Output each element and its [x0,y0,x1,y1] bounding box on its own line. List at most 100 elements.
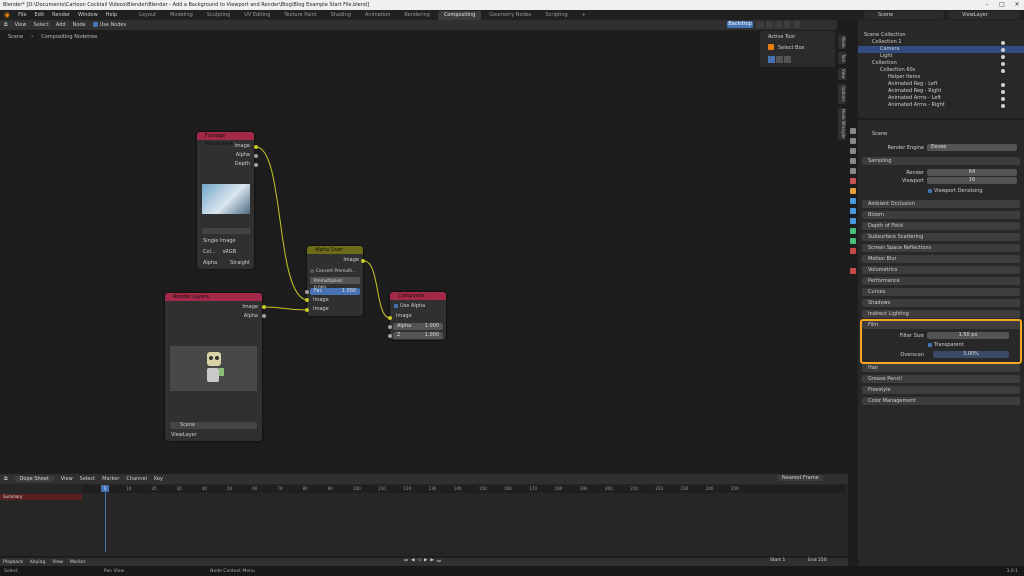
mode-extend-icon[interactable] [776,56,783,63]
render-layers-node[interactable]: Render Layers Image Alpha Scene ViewLaye… [165,293,262,441]
dope-sheet-editor-icon[interactable]: ⧉ [4,476,8,482]
mode-subtract-icon[interactable] [784,56,791,63]
composite-header[interactable]: Composite [390,292,446,300]
viewport-samples-field[interactable]: 16 [927,177,1017,184]
movie-node-header[interactable]: Footage Movie.mp4 [197,132,254,147]
summary-channel[interactable]: Summary [0,494,82,500]
outliner-animated-reg-left[interactable]: Animated Reg - Left [858,81,1024,88]
data-tab-icon[interactable] [850,238,856,244]
marker-menu[interactable]: Marker [70,560,86,565]
composite-node[interactable]: Composite Use Alpha Image Alpha 1.000 Z … [390,292,446,340]
render-samples-field[interactable]: 64 [927,169,1017,176]
playback-menu[interactable]: Playback [3,560,23,565]
render-engine-select[interactable]: Eevee [927,144,1017,151]
current-frame-indicator[interactable]: 1 [101,485,109,492]
sampling-section[interactable]: Sampling [862,157,1020,165]
tab-node-wrangler[interactable]: Node Wrangler [838,108,846,140]
timeline-menu-marker[interactable]: Marker [102,476,119,482]
play-reverse-icon[interactable]: ◁ [418,558,421,564]
object-tab-icon[interactable] [850,188,856,194]
outliner-collection-60s[interactable]: Collection 60s [858,67,1024,74]
timeline-menu-view[interactable]: View [61,476,73,482]
end-frame-field[interactable]: End 250 [808,558,827,563]
jump-start-icon[interactable]: ⏮ [404,558,408,564]
tab-tool[interactable]: Tool [838,52,846,64]
render-image-socket[interactable] [262,305,266,309]
composite-alpha-field[interactable]: Alpha 1.000 [393,323,443,330]
movie-colorspace-value[interactable]: sRGB [223,249,236,256]
view-menu[interactable]: View [52,560,63,565]
particles-tab-icon[interactable] [850,208,856,214]
output-tab-icon[interactable] [850,148,856,154]
render-scene-field[interactable]: Scene [170,422,257,429]
composite-z-field[interactable]: Z 1.000 [393,332,443,339]
use-alpha-checkbox[interactable]: Use Alpha [394,303,425,310]
timeline-menu-key[interactable]: Key [154,476,163,482]
world-tab-icon[interactable] [850,178,856,184]
alpha-over-header[interactable]: Alpha Over [307,246,363,254]
physics-tab-icon[interactable] [850,218,856,224]
movie-depth-socket[interactable] [254,163,258,167]
section-color-management[interactable]: Color Management [862,397,1020,405]
visibility-eye-icon[interactable] [1001,62,1005,66]
texture-tab-icon[interactable] [850,268,856,274]
dope-sheet-area[interactable] [0,484,848,556]
visibility-eye-icon[interactable] [1001,41,1005,45]
section-performance[interactable]: Performance [862,277,1020,285]
outliner-animated-arms-left[interactable]: Animated Arms - Left [858,95,1024,102]
tab-view[interactable]: View [838,68,846,80]
section-shadows[interactable]: Shadows [862,299,1020,307]
render-layers-header[interactable]: Render Layers [165,293,262,301]
snap-mode-select[interactable]: Nearest Frame [778,475,823,481]
outliner-animated-arms-right[interactable]: Animated Arms - Right [858,102,1024,109]
modifier-tab-icon[interactable] [850,198,856,204]
alpha-over-image1-socket[interactable] [305,298,309,302]
composite-image-socket[interactable] [388,316,392,320]
jump-end-icon[interactable]: ⏭ [437,558,441,564]
dope-sheet-mode[interactable]: Dope Sheet [14,476,54,482]
prev-key-icon[interactable]: ◀ [411,558,414,564]
movie-image-selector[interactable] [202,228,250,234]
next-key-icon[interactable]: ▶ [430,558,433,564]
viewport-denoising-checkbox[interactable]: Viewport Denoising [928,188,983,194]
tool-tab-icon[interactable] [850,128,856,134]
alpha-over-image2-socket[interactable] [305,308,309,312]
convert-premul-checkbox[interactable]: Convert Premulti... [310,268,356,275]
scene-tab-icon[interactable] [850,168,856,174]
constraints-tab-icon[interactable] [850,228,856,234]
movie-alpha-socket[interactable] [254,154,258,158]
tab-options[interactable]: Options [838,84,846,104]
section-screen-space-reflections[interactable]: Screen Space Reflections [862,244,1020,252]
fac-field[interactable]: Fac 1.000 [310,288,360,295]
section-grease-pencil[interactable]: Grease Pencil [862,375,1020,383]
mode-new-icon[interactable] [768,56,775,63]
composite-z-socket[interactable] [388,334,392,338]
section-indirect-lighting[interactable]: Indirect Lighting [862,310,1020,318]
movie-image-socket[interactable] [254,145,258,149]
visibility-eye-icon[interactable] [1001,104,1005,108]
movie-clip-node[interactable]: Footage Movie.mp4 Image Alpha Depth Sing… [197,132,254,269]
alpha-over-node[interactable]: Alpha Over Image Convert Premulti... Pre… [307,246,363,316]
render-alpha-socket[interactable] [262,314,266,318]
alpha-over-fac-socket[interactable] [305,290,309,294]
section-curves[interactable]: Curves [862,288,1020,296]
composite-alpha-socket[interactable] [388,325,392,329]
select-box-icon[interactable] [768,44,774,50]
visibility-eye-icon[interactable] [1001,90,1005,94]
section-freestyle[interactable]: Freestyle [862,386,1020,394]
section-bloom[interactable]: Bloom [862,211,1020,219]
timeline-menu-channel[interactable]: Channel [126,476,147,482]
tab-node[interactable]: Node [838,35,846,49]
alpha-over-out-socket[interactable] [361,259,365,263]
visibility-eye-icon[interactable] [1001,69,1005,73]
render-layer-value[interactable]: ViewLayer [171,432,197,439]
section-hair[interactable]: Hair [862,364,1020,372]
outliner-collection[interactable]: Collection [858,60,1024,67]
outliner-animated-reg-right[interactable]: Animated Reg - Right [858,88,1024,95]
premultiplied-field[interactable]: Premultiplied: 0.000 [310,277,360,290]
outliner-collection-1[interactable]: Collection 1 [858,39,1024,46]
section-subsurface-scattering[interactable]: Subsurface Scattering [862,233,1020,241]
outliner-camera[interactable]: Camera [858,46,1024,53]
section-volumetrics[interactable]: Volumetrics [862,266,1020,274]
outliner-light[interactable]: Light [858,53,1024,60]
